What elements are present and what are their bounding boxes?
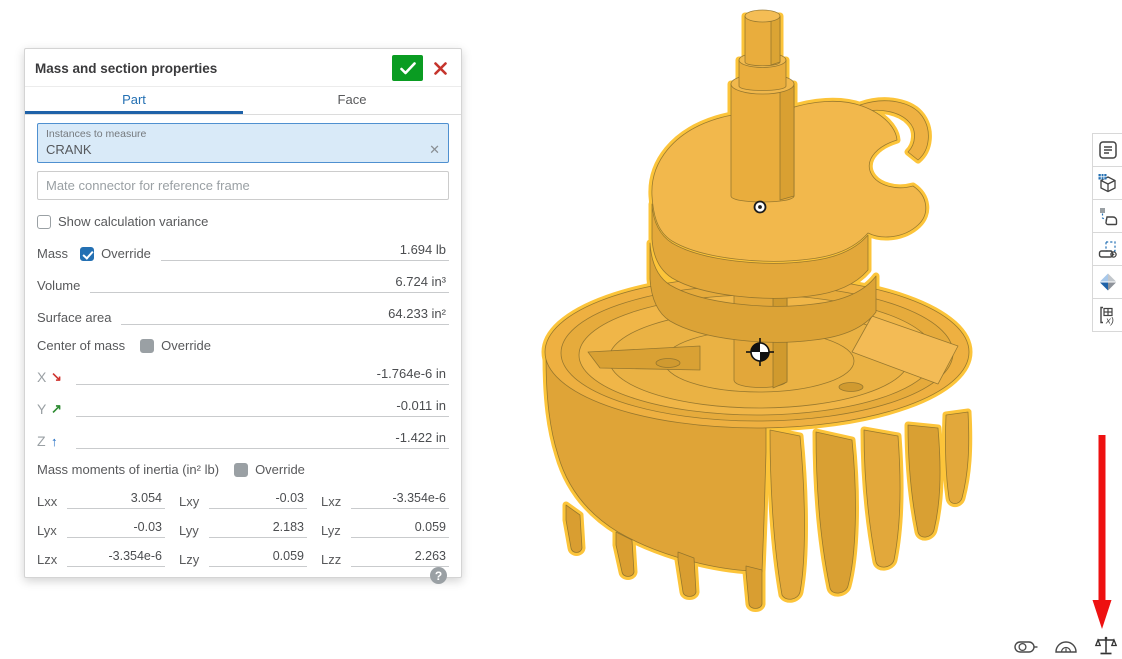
feature-list-button[interactable] bbox=[1093, 134, 1122, 167]
inertia-cell-lyz: Lyz 0.059 bbox=[321, 520, 449, 538]
bom-table-button[interactable] bbox=[1093, 167, 1122, 200]
z-axis-label: Z bbox=[37, 433, 51, 449]
show-variance-checkbox[interactable] bbox=[37, 215, 51, 229]
com-x-row: X ↘ -1.764e-6 in bbox=[37, 366, 449, 385]
mass-properties-dialog: Mass and section properties Part Face In… bbox=[24, 48, 462, 578]
surface-area-value: 64.233 in² bbox=[121, 306, 449, 325]
surface-area-row: Surface area 64.233 in² bbox=[37, 306, 449, 325]
right-panel-toolbar: x) bbox=[1092, 133, 1122, 332]
inertia-cell-lzz: Lzz 2.263 bbox=[321, 549, 449, 567]
tab-face[interactable]: Face bbox=[243, 87, 461, 114]
inertia-cell-lxy: Lxy -0.03 bbox=[179, 491, 307, 509]
appearance-sphere-icon bbox=[1097, 271, 1119, 293]
volume-value: 6.724 in³ bbox=[90, 274, 449, 293]
mass-override-label: Override bbox=[101, 246, 151, 261]
z-axis-arrow-icon: ↑ bbox=[51, 434, 66, 449]
mate-connector-input[interactable] bbox=[37, 171, 449, 200]
close-button[interactable] bbox=[427, 55, 453, 81]
mass-label: Mass bbox=[37, 246, 68, 261]
com-x-value[interactable]: -1.764e-6 in bbox=[76, 366, 449, 385]
mate-connector-point-marker[interactable] bbox=[755, 202, 766, 213]
appearance-button[interactable] bbox=[1093, 266, 1122, 299]
confirm-button[interactable] bbox=[392, 55, 423, 81]
com-override-label: Override bbox=[161, 338, 211, 353]
help-question-icon: ? bbox=[435, 569, 442, 583]
instances-field-value: CRANK bbox=[46, 142, 429, 157]
y-axis-arrow-icon: ↗ bbox=[51, 401, 66, 417]
com-z-value[interactable]: -1.422 in bbox=[76, 430, 449, 449]
show-variance-row: Show calculation variance bbox=[37, 214, 449, 229]
dialog-footer: ? bbox=[37, 567, 449, 586]
svg-text:x): x) bbox=[1105, 316, 1114, 327]
named-positions-icon bbox=[1097, 238, 1119, 260]
inertia-cell-lyx: Lyx -0.03 bbox=[37, 520, 165, 538]
y-axis-label: Y bbox=[37, 401, 51, 417]
inertia-header: Mass moments of inertia (in² lb) Overrid… bbox=[37, 462, 449, 477]
feature-list-icon bbox=[1097, 139, 1119, 161]
tape-measure-button[interactable] bbox=[1012, 634, 1040, 658]
dialog-title: Mass and section properties bbox=[35, 61, 392, 76]
surface-area-label: Surface area bbox=[37, 310, 111, 325]
configurations-icon: x) bbox=[1097, 304, 1119, 326]
center-of-mass-header: Center of mass Override bbox=[37, 338, 449, 353]
mass-row: Mass Override 1.694 lb bbox=[37, 242, 449, 261]
com-y-value[interactable]: -0.011 in bbox=[76, 398, 449, 417]
crank-model bbox=[545, 10, 969, 609]
instances-field-label: Instances to measure bbox=[46, 128, 440, 140]
named-positions-button[interactable] bbox=[1093, 233, 1122, 266]
inertia-cell-lyy: Lyy 2.183 bbox=[179, 520, 307, 538]
dialog-tabs: Part Face bbox=[25, 87, 461, 115]
inertia-label: Mass moments of inertia (in² lb) bbox=[37, 462, 219, 477]
tape-measure-icon bbox=[1013, 635, 1039, 657]
mass-properties-button[interactable] bbox=[1092, 634, 1120, 658]
com-override-checkbox[interactable] bbox=[140, 339, 154, 353]
instances-to-measure-field[interactable]: Instances to measure CRANK ✕ bbox=[37, 123, 449, 163]
inertia-cell-lzx: Lzx -3.354e-6 bbox=[37, 549, 165, 567]
bom-table-icon bbox=[1097, 172, 1119, 194]
dialog-titlebar: Mass and section properties bbox=[25, 49, 461, 87]
mass-value[interactable]: 1.694 lb bbox=[161, 242, 449, 261]
inertia-override-checkbox[interactable] bbox=[234, 463, 248, 477]
protractor-button[interactable] bbox=[1052, 634, 1080, 658]
mate-features-icon bbox=[1097, 205, 1119, 227]
volume-label: Volume bbox=[37, 278, 80, 293]
dialog-body: Instances to measure CRANK ✕ Show calcul… bbox=[25, 115, 461, 592]
x-axis-arrow-icon: ↘ bbox=[51, 369, 66, 385]
protractor-icon bbox=[1053, 635, 1079, 657]
inertia-override-label: Override bbox=[255, 462, 305, 477]
clear-selection-icon[interactable]: ✕ bbox=[429, 143, 440, 156]
com-y-row: Y ↗ -0.011 in bbox=[37, 398, 449, 417]
help-button[interactable]: ? bbox=[430, 567, 447, 584]
inertia-grid: Lxx 3.054 Lxy -0.03 Lxz -3.354e-6 Lyx -0… bbox=[37, 491, 449, 567]
com-z-row: Z ↑ -1.422 in bbox=[37, 430, 449, 449]
inertia-cell-lxx: Lxx 3.054 bbox=[37, 491, 165, 509]
volume-row: Volume 6.724 in³ bbox=[37, 274, 449, 293]
inertia-cell-lzy: Lzy 0.059 bbox=[179, 549, 307, 567]
tab-part[interactable]: Part bbox=[25, 87, 243, 114]
measure-toolbar bbox=[1012, 634, 1120, 658]
center-of-mass-label: Center of mass bbox=[37, 338, 125, 353]
x-axis-label: X bbox=[37, 369, 51, 385]
app-window: Mass and section properties Part Face In… bbox=[0, 0, 1122, 659]
mate-features-button[interactable] bbox=[1093, 200, 1122, 233]
mass-properties-scale-icon bbox=[1094, 635, 1118, 657]
confirm-check-icon bbox=[400, 62, 416, 75]
configurations-button[interactable]: x) bbox=[1093, 299, 1122, 332]
close-x-icon bbox=[434, 62, 447, 75]
inertia-cell-lxz: Lxz -3.354e-6 bbox=[321, 491, 449, 509]
show-variance-label: Show calculation variance bbox=[58, 214, 208, 229]
mass-override-checkbox[interactable] bbox=[80, 247, 94, 261]
